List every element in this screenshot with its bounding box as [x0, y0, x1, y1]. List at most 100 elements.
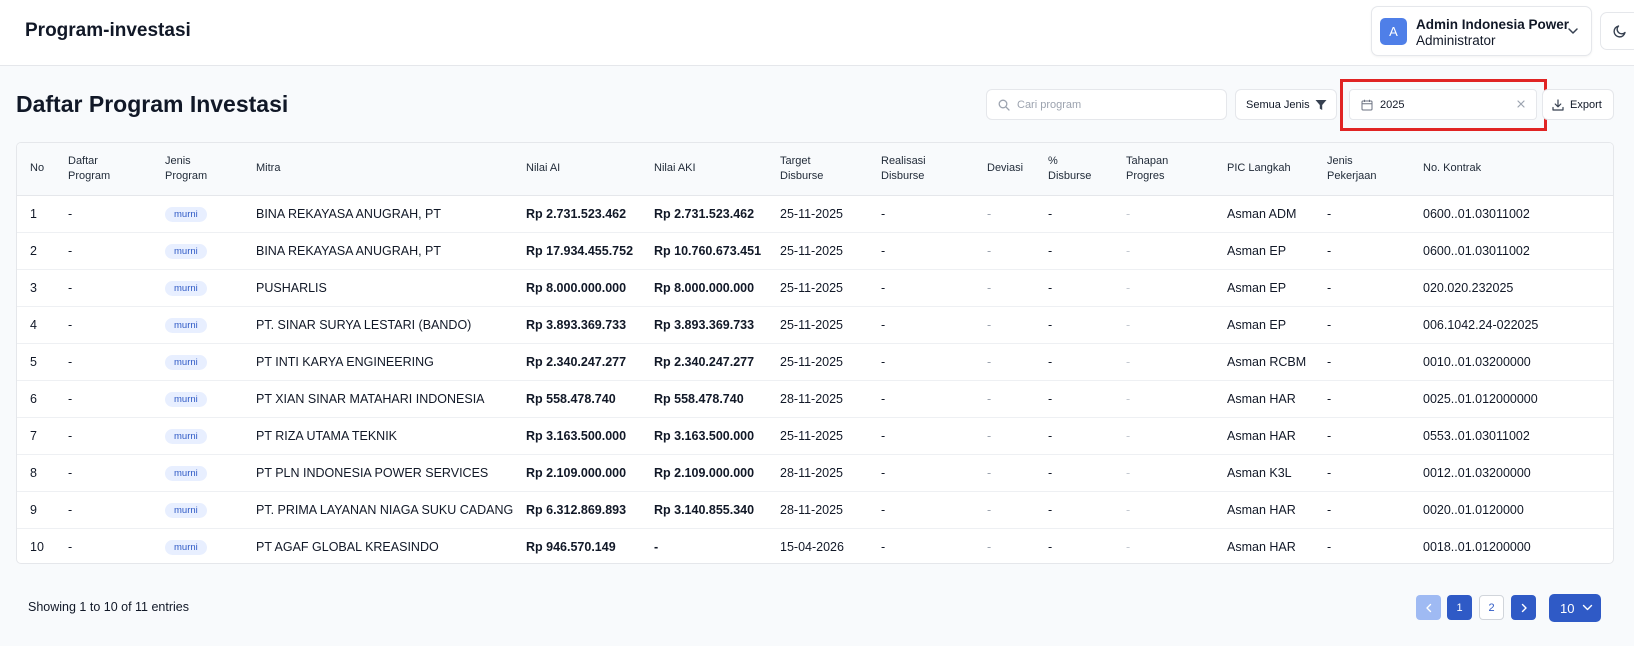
export-button[interactable]: Export — [1542, 89, 1614, 120]
column-header[interactable]: Deviasi — [974, 143, 1035, 196]
cell-tahapan-progres: - — [1126, 539, 1131, 554]
cell-mitra: BINA REKAYASA ANUGRAH, PT — [256, 206, 442, 221]
column-header[interactable]: Jenis Program — [152, 143, 243, 196]
cell-realisasi-disburse: - — [881, 465, 886, 480]
column-header[interactable]: Tahapan Progres — [1113, 143, 1214, 196]
column-header[interactable]: % Disburse — [1035, 143, 1113, 196]
cell-nilai-aki: Rp 3.893.369.733 — [654, 317, 755, 332]
program-type-badge: murni — [165, 428, 207, 444]
type-filter-button[interactable]: Semua Jenis — [1235, 89, 1337, 120]
column-header[interactable]: Realisasi Disburse — [868, 143, 974, 196]
cell-nilai-aki: Rp 2.340.247.277 — [654, 354, 755, 369]
cell-persen-disburse: - — [1048, 428, 1053, 443]
cell-realisasi-disburse: - — [881, 428, 886, 443]
cell-jenis-pekerjaan: - — [1327, 354, 1332, 369]
search-box[interactable] — [986, 89, 1227, 120]
program-type-badge: murni — [165, 465, 207, 481]
column-header[interactable]: Nilai AKI — [641, 143, 767, 196]
cell-no: 9 — [30, 502, 37, 517]
cell-persen-disburse: - — [1048, 354, 1053, 369]
cell-jenis-pekerjaan: - — [1327, 465, 1332, 480]
cell-jenis-program: murni — [152, 454, 243, 491]
cell-persen-disburse: - — [1048, 502, 1053, 517]
search-input[interactable] — [1017, 96, 1217, 114]
cell-no-kontrak: 0025..01.012000000 — [1423, 391, 1538, 406]
cell-mitra: PT AGAF GLOBAL KREASINDO — [256, 539, 439, 554]
cell-deviasi: - — [987, 539, 992, 554]
cell-target-disburse: 28-11-2025 — [780, 465, 844, 480]
cell-target-disburse: 25-11-2025 — [780, 280, 844, 295]
cell-tahapan-progres: - — [1126, 280, 1131, 295]
cell-pic-langkah: Asman HAR — [1227, 391, 1296, 406]
cell-jenis-program: murni — [152, 232, 243, 269]
cell-mitra: PT INTI KARYA ENGINEERING — [256, 354, 434, 369]
table-row[interactable]: 10 - murni PT AGAF GLOBAL KREASINDO Rp 946.5… — [17, 528, 1613, 563]
moon-icon — [1613, 25, 1626, 38]
column-header[interactable]: Target Disburse — [767, 143, 868, 196]
cell-jenis-pekerjaan: - — [1327, 502, 1332, 517]
program-type-badge: murni — [165, 354, 207, 370]
user-menu[interactable]: A Admin Indonesia Power Administrator — [1371, 6, 1592, 56]
page-size-value: 10 — [1560, 601, 1575, 616]
page-size-select[interactable]: 10 — [1549, 594, 1601, 622]
cell-deviasi: - — [987, 428, 992, 443]
cell-pic-langkah: Asman ADM — [1227, 206, 1297, 221]
cell-no: 6 — [30, 391, 37, 406]
cell-jenis-pekerjaan: - — [1327, 391, 1332, 406]
cell-deviasi: - — [987, 280, 992, 295]
table-row[interactable]: 2 - murni BINA REKAYASA ANUGRAH, PT Rp 17.93… — [17, 232, 1613, 269]
cell-target-disburse: 25-11-2025 — [780, 354, 844, 369]
column-header[interactable]: No. Kontrak — [1410, 143, 1613, 196]
table-row[interactable]: 5 - murni PT INTI KARYA ENGINEERING Rp 2.340… — [17, 343, 1613, 380]
page-button-2[interactable]: 2 — [1479, 595, 1504, 620]
cell-program: - — [68, 354, 73, 369]
page-button-1[interactable]: 1 — [1447, 595, 1472, 620]
avatar: A — [1380, 18, 1407, 45]
table-row[interactable]: 3 - murni PUSHARLIS Rp 8.000.000.000 Rp 8.000… — [17, 269, 1613, 306]
table-header-row: No Daftar Program Jenis Program Mitra Nila… — [17, 143, 1613, 196]
cell-nilai-aki: Rp 558.478.740 — [654, 391, 744, 406]
program-table: No Daftar Program Jenis Program Mitra Nila… — [16, 142, 1614, 564]
close-icon[interactable] — [1516, 99, 1526, 109]
cell-pic-langkah: Asman HAR — [1227, 428, 1296, 443]
cell-no: 7 — [30, 428, 37, 443]
table-row[interactable]: 7 - murni PT RIZA UTAMA TEKNIK Rp 3.163.500.… — [17, 417, 1613, 454]
column-header[interactable]: Daftar Program — [55, 143, 152, 196]
cell-nilai-ai: Rp 2.109.000.000 — [526, 465, 627, 480]
program-type-badge: murni — [165, 317, 207, 333]
cell-jenis-program: murni — [152, 380, 243, 417]
cell-nilai-ai: Rp 946.570.149 — [526, 539, 616, 554]
cell-nilai-aki: - — [654, 539, 659, 554]
column-header[interactable]: Mitra — [243, 143, 513, 196]
column-header[interactable]: PIC Langkah — [1214, 143, 1314, 196]
cell-no: 4 — [30, 317, 37, 332]
table-row[interactable]: 1 - murni BINA REKAYASA ANUGRAH, PT Rp 2.731… — [17, 195, 1613, 232]
cell-no-kontrak: 0012..01.03200000 — [1423, 465, 1531, 480]
column-header[interactable]: No — [17, 143, 55, 196]
cell-realisasi-disburse: - — [881, 206, 886, 221]
theme-toggle-button[interactable] — [1600, 12, 1634, 50]
cell-mitra: PT. SINAR SURYA LESTARI (BANDO) — [256, 317, 472, 332]
cell-program: - — [68, 465, 73, 480]
cell-deviasi: - — [987, 243, 992, 258]
column-header[interactable]: Jenis Pekerjaan — [1314, 143, 1410, 196]
date-picker[interactable]: 2025 — [1349, 89, 1537, 120]
table-row[interactable]: 9 - murni PT. PRIMA LAYANAN NIAGA SUKU CADA… — [17, 491, 1613, 528]
cell-target-disburse: 25-11-2025 — [780, 243, 844, 258]
table-row[interactable]: 4 - murni PT. SINAR SURYA LESTARI (BANDO) Rp… — [17, 306, 1613, 343]
cell-target-disburse: 25-11-2025 — [780, 428, 844, 443]
cell-tahapan-progres: - — [1126, 354, 1131, 369]
column-header[interactable]: Nilai AI — [513, 143, 641, 196]
next-page-button[interactable] — [1511, 595, 1536, 620]
cell-mitra: PT. PRIMA LAYANAN NIAGA SUKU CADANG — [256, 502, 514, 517]
user-name: Admin Indonesia Power — [1416, 17, 1570, 32]
cell-nilai-aki: Rp 10.760.673.451 — [654, 243, 762, 258]
cell-no: 10 — [30, 539, 44, 554]
cell-jenis-pekerjaan: - — [1327, 206, 1332, 221]
cell-jenis-pekerjaan: - — [1327, 428, 1332, 443]
prev-page-button[interactable] — [1416, 595, 1441, 620]
table-row[interactable]: 8 - murni PT PLN INDONESIA POWER SERVICES Rp… — [17, 454, 1613, 491]
table-row[interactable]: 6 - murni PT XIAN SINAR MATAHARI INDONESIA R… — [17, 380, 1613, 417]
cell-no: 3 — [30, 280, 37, 295]
cell-nilai-aki: Rp 3.163.500.000 — [654, 428, 755, 443]
